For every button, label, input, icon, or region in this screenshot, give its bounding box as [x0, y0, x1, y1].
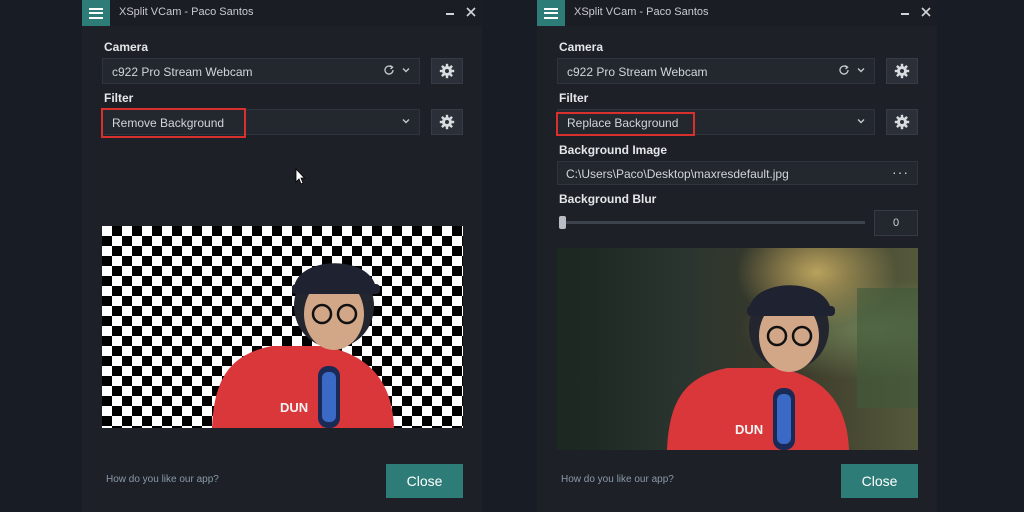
close-button[interactable]: Close [841, 464, 918, 498]
chevron-down-icon [857, 119, 865, 124]
title-bar[interactable]: XSplit VCam - Paco Santos [82, 0, 482, 26]
minimize-button[interactable] [897, 4, 913, 20]
close-icon [466, 7, 476, 17]
camera-settings-button[interactable] [886, 58, 918, 84]
close-icon [921, 7, 931, 17]
filter-settings-button[interactable] [431, 109, 463, 135]
gear-icon [894, 114, 910, 130]
close-button[interactable]: Close [386, 464, 463, 498]
background-image-path: C:\Users\Paco\Desktop\maxresdefault.jpg [566, 167, 789, 181]
person-figure: DUN [212, 263, 394, 428]
minimize-icon [901, 13, 909, 15]
filter-label: Filter [104, 91, 134, 105]
camera-label: Camera [104, 40, 149, 54]
hamburger-icon [544, 7, 558, 19]
camera-label: Camera [559, 40, 604, 54]
background-image-label: Background Image [559, 143, 668, 157]
filter-label: Filter [559, 91, 589, 105]
window-close-button[interactable] [918, 4, 934, 20]
refresh-icon[interactable] [838, 64, 850, 76]
gear-icon [439, 114, 455, 130]
chevron-down-icon [857, 68, 865, 73]
background-blur-label: Background Blur [559, 192, 657, 206]
hamburger-menu-button[interactable] [537, 0, 565, 26]
mouse-cursor-icon [295, 168, 305, 185]
chevron-down-icon [402, 119, 410, 124]
svg-text:DUN: DUN [735, 422, 763, 437]
camera-select-value: c922 Pro Stream Webcam [567, 65, 708, 79]
minimize-button[interactable] [442, 4, 458, 20]
gear-icon [894, 63, 910, 79]
gear-icon [439, 63, 455, 79]
background-blur-value[interactable]: 0 [874, 210, 918, 236]
vcam-window-remove-bg: XSplit VCam - Paco Santos Camera c922 Pr… [82, 0, 482, 512]
camera-preview: DUN [557, 248, 918, 450]
highlight-box [556, 112, 695, 136]
filter-settings-button[interactable] [886, 109, 918, 135]
svg-text:DUN: DUN [280, 400, 308, 415]
refresh-icon[interactable] [383, 64, 395, 76]
window-title: XSplit VCam - Paco Santos [119, 6, 254, 18]
camera-settings-button[interactable] [431, 58, 463, 84]
minimize-icon [446, 13, 454, 15]
camera-select-value: c922 Pro Stream Webcam [112, 65, 253, 79]
window-title: XSplit VCam - Paco Santos [574, 6, 709, 18]
browse-button[interactable]: ··· [892, 164, 909, 180]
background-blur-slider-thumb[interactable] [559, 216, 566, 229]
camera-preview: DUN [102, 226, 463, 428]
background-image-field[interactable]: C:\Users\Paco\Desktop\maxresdefault.jpg … [557, 161, 918, 185]
hamburger-icon [89, 7, 103, 19]
camera-select[interactable]: c922 Pro Stream Webcam [557, 58, 875, 84]
title-bar[interactable]: XSplit VCam - Paco Santos [537, 0, 937, 26]
hamburger-menu-button[interactable] [82, 0, 110, 26]
feedback-link[interactable]: How do you like our app? [106, 474, 219, 485]
highlight-box [101, 108, 246, 138]
camera-select[interactable]: c922 Pro Stream Webcam [102, 58, 420, 84]
background-blur-slider-track[interactable] [563, 221, 865, 224]
person-figure: DUN [557, 248, 918, 450]
window-close-button[interactable] [463, 4, 479, 20]
vcam-window-replace-bg: XSplit VCam - Paco Santos Camera c922 Pr… [537, 0, 937, 512]
feedback-link[interactable]: How do you like our app? [561, 474, 674, 485]
chevron-down-icon [402, 68, 410, 73]
